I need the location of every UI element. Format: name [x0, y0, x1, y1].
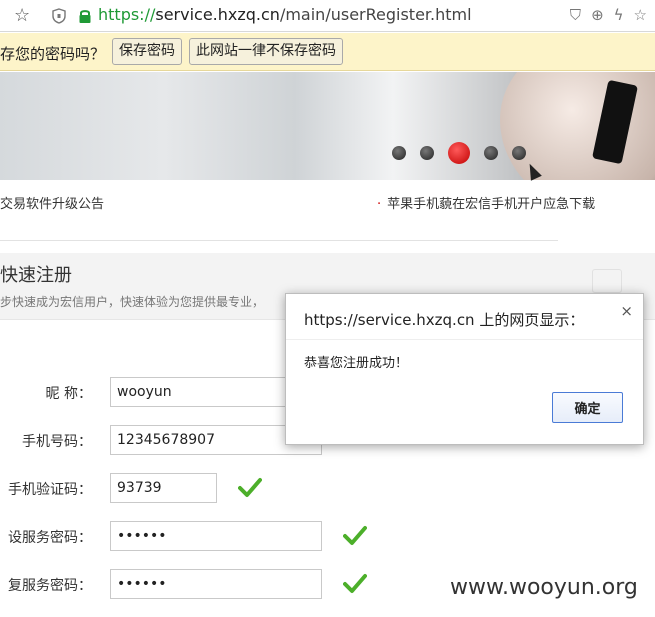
address-bar: ☆ https://service.hxzq.cn/main/userRegis…	[0, 0, 655, 32]
check-icon	[343, 526, 367, 545]
dialog-message: 恭喜您注册成功！	[304, 356, 409, 371]
code-input[interactable]: 93739	[110, 473, 217, 503]
url-path: /main/userRegister.html	[279, 5, 472, 24]
toolbar-icons: ⛉ ⊕ ϟ ☆	[570, 6, 647, 24]
check-icon	[343, 574, 367, 593]
carousel-dot[interactable]	[512, 146, 526, 160]
confirm-password-label: 复服务密码：	[8, 578, 92, 594]
section-subtitle: 步快速成为宏信用户，快速体验为您提供最专业，	[0, 295, 265, 309]
zoom-icon[interactable]: ⊕	[591, 6, 604, 24]
save-password-bar: 存您的密码吗？ 保存密码 此网站一律不保存密码	[0, 33, 655, 71]
password-input[interactable]: ••••••	[110, 521, 322, 551]
carousel-dot-active[interactable]	[448, 142, 470, 164]
divider	[0, 240, 558, 241]
code-label: 手机验证码：	[8, 482, 92, 498]
section-decor-icon	[592, 269, 622, 293]
dialog-title: https://service.hxzq.cn 上的网页显示：	[304, 311, 585, 329]
dialog-divider	[286, 339, 643, 340]
check-icon	[238, 478, 262, 497]
banner-carousel	[0, 72, 655, 180]
shield-icon[interactable]	[52, 8, 66, 24]
save-password-question: 存您的密码吗？	[0, 45, 106, 63]
bolt-icon[interactable]: ϟ	[614, 6, 624, 24]
bookmark-star-icon[interactable]: ☆	[634, 6, 647, 24]
alert-dialog: https://service.hxzq.cn 上的网页显示： × 恭喜您注册成…	[285, 293, 644, 445]
carousel-dot[interactable]	[420, 146, 434, 160]
save-password-button[interactable]: 保存密码	[112, 38, 182, 65]
ok-button[interactable]: 确定	[552, 392, 623, 423]
carousel-dots	[392, 142, 526, 164]
notice-iphone-text: 苹果手机藐在宏信手机开户应急下载	[387, 197, 596, 212]
section-title: 快速注册	[0, 265, 72, 286]
nickname-label: 昵 称：	[45, 386, 92, 402]
url-field[interactable]: https://service.hxzq.cn/main/userRegiste…	[98, 5, 472, 24]
bullet-icon: ·	[377, 197, 382, 212]
carousel-dot[interactable]	[484, 146, 498, 160]
reader-shield-icon[interactable]: ⛉	[570, 6, 581, 24]
close-icon[interactable]: ×	[620, 302, 633, 320]
url-host: service.hxzq.cn	[155, 5, 280, 24]
carousel-dot[interactable]	[392, 146, 406, 160]
notice-link-upgrade[interactable]: 交易软件升级公告	[0, 193, 104, 212]
url-scheme: https://	[98, 5, 156, 24]
confirm-password-input[interactable]: ••••••	[110, 569, 322, 599]
watermark: www.wooyun.org	[450, 575, 638, 600]
star-icon[interactable]: ☆	[14, 5, 30, 26]
password-label: 设服务密码：	[8, 530, 92, 546]
notice-link-iphone[interactable]: · 苹果手机藐在宏信手机开户应急下载	[377, 193, 595, 212]
lock-icon[interactable]	[78, 8, 92, 24]
never-save-password-button[interactable]: 此网站一律不保存密码	[189, 38, 343, 65]
phone-label: 手机号码：	[22, 434, 92, 450]
